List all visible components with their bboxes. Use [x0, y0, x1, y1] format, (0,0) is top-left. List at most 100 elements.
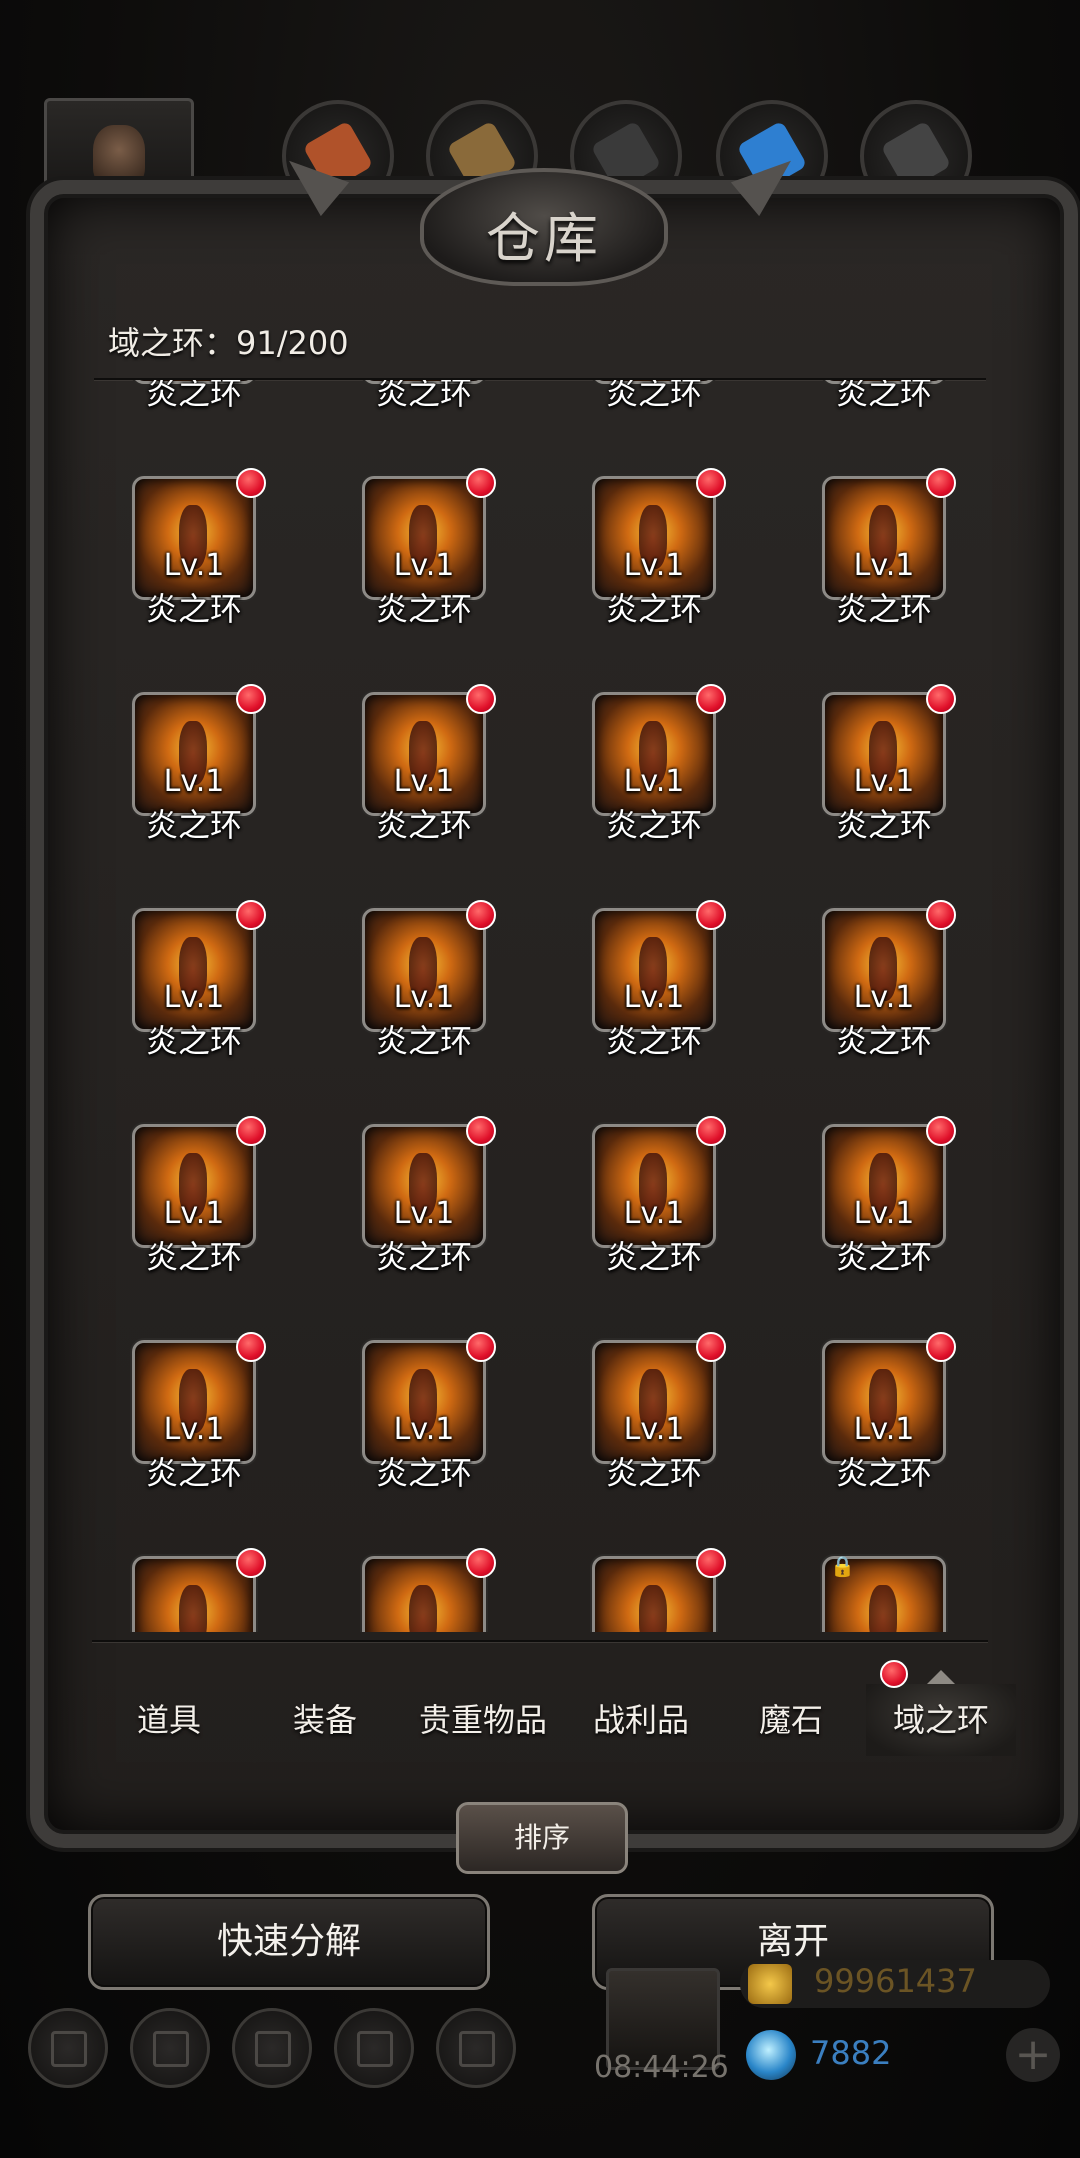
item-name: 炎之环	[835, 806, 932, 844]
item-name: 炎之环	[605, 1022, 702, 1060]
new-item-badge	[926, 900, 956, 930]
item-name: 炎之环	[835, 590, 932, 628]
title-plate: 仓库	[420, 168, 668, 286]
item-name: 炎之环	[605, 380, 702, 412]
new-item-badge	[466, 900, 496, 930]
item-slot[interactable]: Lv.1 炎之环	[784, 900, 956, 1088]
item-slot[interactable]: Lv.1炎之环	[554, 900, 726, 1088]
item-slot[interactable]: Lv.1炎之环	[94, 1116, 266, 1304]
new-item-badge	[926, 468, 956, 498]
add-currency-button[interactable]: +	[1006, 2028, 1060, 2082]
item-name: 炎之环	[605, 1454, 702, 1492]
item-level: Lv.1	[623, 548, 685, 583]
item-name: 炎之环	[145, 380, 242, 412]
tab-items[interactable]: 道具	[94, 1684, 244, 1756]
item-name: 炎之环	[375, 590, 472, 628]
item-name: 炎之环	[145, 806, 242, 844]
item-level: Lv.1	[623, 1412, 685, 1447]
item-grid[interactable]: Lv.1 炎之环 Lv.1 炎之环 Lv.1 炎之环 Lv.1 炎之环 Lv.1 炎之环 Lv.1 炎…	[94, 380, 986, 1632]
item-level: Lv.1	[393, 980, 455, 1015]
item-slot[interactable]: Lv.1 炎之环	[554, 1332, 726, 1520]
item-slot[interactable]: Lv.1炎之环	[94, 380, 264, 440]
item-slot[interactable]	[94, 1548, 266, 1632]
tab-valuables[interactable]: 贵重物品	[406, 1684, 560, 1756]
item-name: 炎之环	[375, 1238, 472, 1276]
item-level: Lv.1	[853, 764, 915, 799]
item-level: Lv.1	[623, 1196, 685, 1231]
tab-label: 域之环	[892, 1701, 989, 1739]
new-item-badge	[696, 1116, 726, 1146]
item-slot[interactable]: Lv.1 炎之环	[554, 468, 726, 656]
item-slot[interactable]: Lv.1炎之环	[784, 380, 954, 440]
new-item-badge	[236, 684, 266, 714]
item-name: 炎之环	[145, 1238, 242, 1276]
item-slot[interactable]: Lv.1炎之环	[554, 684, 726, 872]
item-slot[interactable]: Lv.1炎之环	[554, 380, 724, 440]
item-slot[interactable]: Lv.1炎之环	[324, 684, 496, 872]
item-level: Lv.1	[393, 548, 455, 583]
item-name: 炎之环	[835, 1022, 932, 1060]
new-item-badge	[466, 1332, 496, 1362]
item-level: Lv.1	[393, 1196, 455, 1231]
gear-icon[interactable]	[28, 2008, 108, 2088]
quick-decompose-button[interactable]: 快速分解	[88, 1894, 490, 1990]
tab-loot[interactable]: 战利品	[566, 1684, 716, 1756]
new-item-badge	[926, 1332, 956, 1362]
new-item-badge	[696, 900, 726, 930]
handshake-icon[interactable]	[436, 2008, 516, 2088]
forge-icon[interactable]	[232, 2008, 312, 2088]
new-item-badge	[696, 684, 726, 714]
item-name: 炎之环	[605, 590, 702, 628]
tab-label: 贵重物品	[418, 1701, 547, 1739]
item-slot[interactable]: Lv.1 炎之环	[94, 684, 266, 872]
item-name: 炎之环	[375, 380, 472, 412]
item-slot[interactable]	[324, 1548, 496, 1632]
item-slot[interactable]: Lv.1炎之环	[94, 468, 266, 656]
tab-label: 战利品	[592, 1701, 689, 1739]
item-slot[interactable]	[554, 1548, 726, 1632]
new-item-badge	[236, 1116, 266, 1146]
item-slot[interactable]: Lv.1 炎之环	[554, 1116, 726, 1304]
item-slot[interactable]: Lv.1炎之环	[784, 1116, 956, 1304]
tab-equipment[interactable]: 装备	[250, 1684, 400, 1756]
item-level: Lv.1	[163, 1412, 225, 1447]
item-level: Lv.1	[853, 1196, 915, 1231]
new-item-badge	[236, 1548, 266, 1578]
item-slot[interactable]: 🔒	[784, 1554, 954, 1632]
divider	[92, 1640, 988, 1642]
tab-domain-ring[interactable]: 域之环	[866, 1670, 1016, 1756]
capacity-count: 域之环：91/200	[108, 324, 349, 362]
new-item-badge	[466, 468, 496, 498]
item-level: Lv.1	[163, 764, 225, 799]
sort-button[interactable]: 排序	[456, 1802, 628, 1874]
item-slot[interactable]: Lv.1 炎之环	[324, 1116, 496, 1304]
item-slot[interactable]: Lv.1 炎之环	[324, 468, 496, 656]
tab-label: 魔石	[758, 1701, 823, 1739]
item-name: 炎之环	[145, 1454, 242, 1492]
item-level: Lv.1	[853, 548, 915, 583]
page-title: 仓库	[486, 207, 602, 270]
item-name: 炎之环	[835, 380, 932, 412]
item-level: Lv.1	[393, 764, 455, 799]
item-slot[interactable]: Lv.1 炎之环	[784, 684, 956, 872]
gold-amount: 99961437	[814, 1962, 977, 2000]
item-slot[interactable]: Lv.1 炎之环	[784, 468, 956, 656]
item-level: Lv.1	[853, 980, 915, 1015]
item-slot[interactable]: Lv.1炎之环	[324, 1332, 496, 1520]
category-tabs: 道具 装备 贵重物品 战利品 魔石 域之环	[94, 1664, 1016, 1774]
item-slot[interactable]: Lv.1炎之环	[324, 900, 496, 1088]
item-slot[interactable]: Lv.1 炎之环	[94, 900, 266, 1088]
new-item-badge	[236, 900, 266, 930]
item-level: Lv.1	[393, 1412, 455, 1447]
item-name: 炎之环	[145, 1022, 242, 1060]
star-icon[interactable]	[130, 2008, 210, 2088]
mail-icon[interactable]	[334, 2008, 414, 2088]
item-slot[interactable]: Lv.1炎之环	[784, 1332, 956, 1520]
lock-icon: 🔒	[830, 1554, 855, 1578]
item-slot[interactable]: Lv.1炎之环	[324, 380, 494, 440]
tab-magic-stone[interactable]: 魔石	[716, 1684, 866, 1756]
item-name: 炎之环	[605, 1238, 702, 1276]
item-slot[interactable]: Lv.1 炎之环	[94, 1332, 266, 1520]
character-portrait-icon	[93, 125, 145, 187]
item-level: Lv.1	[163, 980, 225, 1015]
